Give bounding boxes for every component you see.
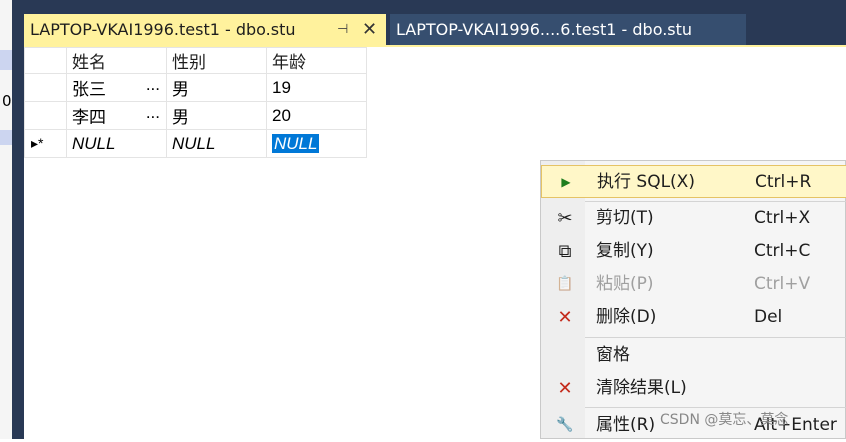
menu-item-label: 执行 SQL(X) [597,172,695,192]
menu-item-label: 清除结果(L) [596,378,687,398]
column-header-name[interactable]: 姓名 [66,47,167,74]
delete-icon: ✕ [557,307,573,328]
left-panel-digit: 0 [2,92,12,110]
column-header-age[interactable]: 年龄 [266,47,367,74]
cell-name[interactable]: 李四... [66,101,167,130]
context-menu: ▶ 执行 SQL(X) Ctrl+R ✂ 剪切(T) Ctrl+X ⧉ 复制(Y… [540,160,846,439]
column-header-gender[interactable]: 性别 [166,47,267,74]
document-tabstrip: LAPTOP-VKAI1996.test1 - dbo.stu ⊣ ✕ LAPT… [24,0,846,45]
menu-item-paste[interactable]: 📋 粘贴(P) Ctrl+V [541,268,846,301]
menu-item-label: 窗格 [596,345,630,365]
ellipsis-button[interactable]: ... [146,103,160,123]
paste-icon: 📋 [556,276,574,292]
menu-item-label: 属性(R) [596,415,656,435]
menu-item-label: 剪切(T) [596,208,654,228]
menu-item-copy[interactable]: ⧉ 复制(Y) Ctrl+C [541,235,846,268]
cell-age[interactable]: 20 [266,101,367,130]
menu-item-label: 复制(Y) [596,241,654,261]
watermark: CSDN @莫忘、莫念 [660,412,789,428]
tab-dbo-stu-active[interactable]: LAPTOP-VKAI1996.test1 - dbo.stu ⊣ ✕ [24,14,386,45]
ellipsis-button[interactable]: ... [146,75,160,95]
table-row: 李四... 男 20 [24,101,367,130]
cell-name[interactable]: 张三... [66,73,167,102]
results-grid: 姓名 性别 年龄 张三... 男 19 李四... 男 20 ▸* NULL N… [24,47,367,158]
row-selector[interactable] [24,73,67,102]
menu-item-shortcut: Ctrl+R [755,172,812,192]
menu-item-cut[interactable]: ✂ 剪切(T) Ctrl+X [541,202,846,235]
table-row-new: ▸* NULL NULL NULL [24,129,367,158]
menu-item-shortcut: Del [754,307,783,327]
cell-age[interactable]: 19 [266,73,367,102]
pin-icon[interactable]: ⊣ [337,14,348,45]
menu-item-label: 粘贴(P) [596,274,654,294]
properties-icon: 🔧 [556,417,574,433]
menu-separator [585,407,846,408]
row-selector[interactable] [24,101,67,130]
menu-item-clear-results[interactable]: ✕ 清除结果(L) [541,372,846,405]
cell-age[interactable]: NULL [266,129,367,158]
grid-header-row: 姓名 性别 年龄 [24,47,367,74]
execute-sql-icon: ▶ [561,175,571,189]
tab-label: LAPTOP-VKAI1996.test1 - dbo.stu [30,20,296,39]
menu-item-delete[interactable]: ✕ 删除(D) Del [541,301,846,334]
cell-gender[interactable]: NULL [166,129,267,158]
menu-separator [585,337,846,338]
menu-item-shortcut: Ctrl+X [754,208,811,228]
cut-icon: ✂ [557,208,573,229]
menu-item-shortcut: Ctrl+V [754,274,811,294]
cell-name[interactable]: NULL [66,129,167,158]
cell-gender[interactable]: 男 [166,73,267,102]
menu-item-pane[interactable]: 窗格 [541,339,846,372]
tab-label: LAPTOP-VKAI1996....6.test1 - dbo.stu [396,20,693,39]
row-selector-header[interactable] [24,47,67,74]
cell-age-selected[interactable]: NULL [272,133,320,153]
cell-gender[interactable]: 男 [166,101,267,130]
left-panel: 0 [0,0,13,439]
cell-name-text: 李四 [72,108,106,127]
copy-icon: ⧉ [558,241,572,262]
menu-item-label: 删除(D) [596,307,657,327]
menu-item-shortcut: Ctrl+C [754,241,811,261]
menu-item-execute-sql[interactable]: ▶ 执行 SQL(X) Ctrl+R [541,165,846,198]
splitter[interactable] [12,0,24,439]
table-row: 张三... 男 19 [24,73,367,102]
cell-name-text: 张三 [72,80,106,99]
close-icon[interactable]: ✕ [362,14,377,45]
tab-dbo-stu-inactive[interactable]: LAPTOP-VKAI1996....6.test1 - dbo.stu [390,14,746,45]
clear-results-icon: ✕ [557,378,573,399]
row-selector-new[interactable]: ▸* [24,129,67,158]
